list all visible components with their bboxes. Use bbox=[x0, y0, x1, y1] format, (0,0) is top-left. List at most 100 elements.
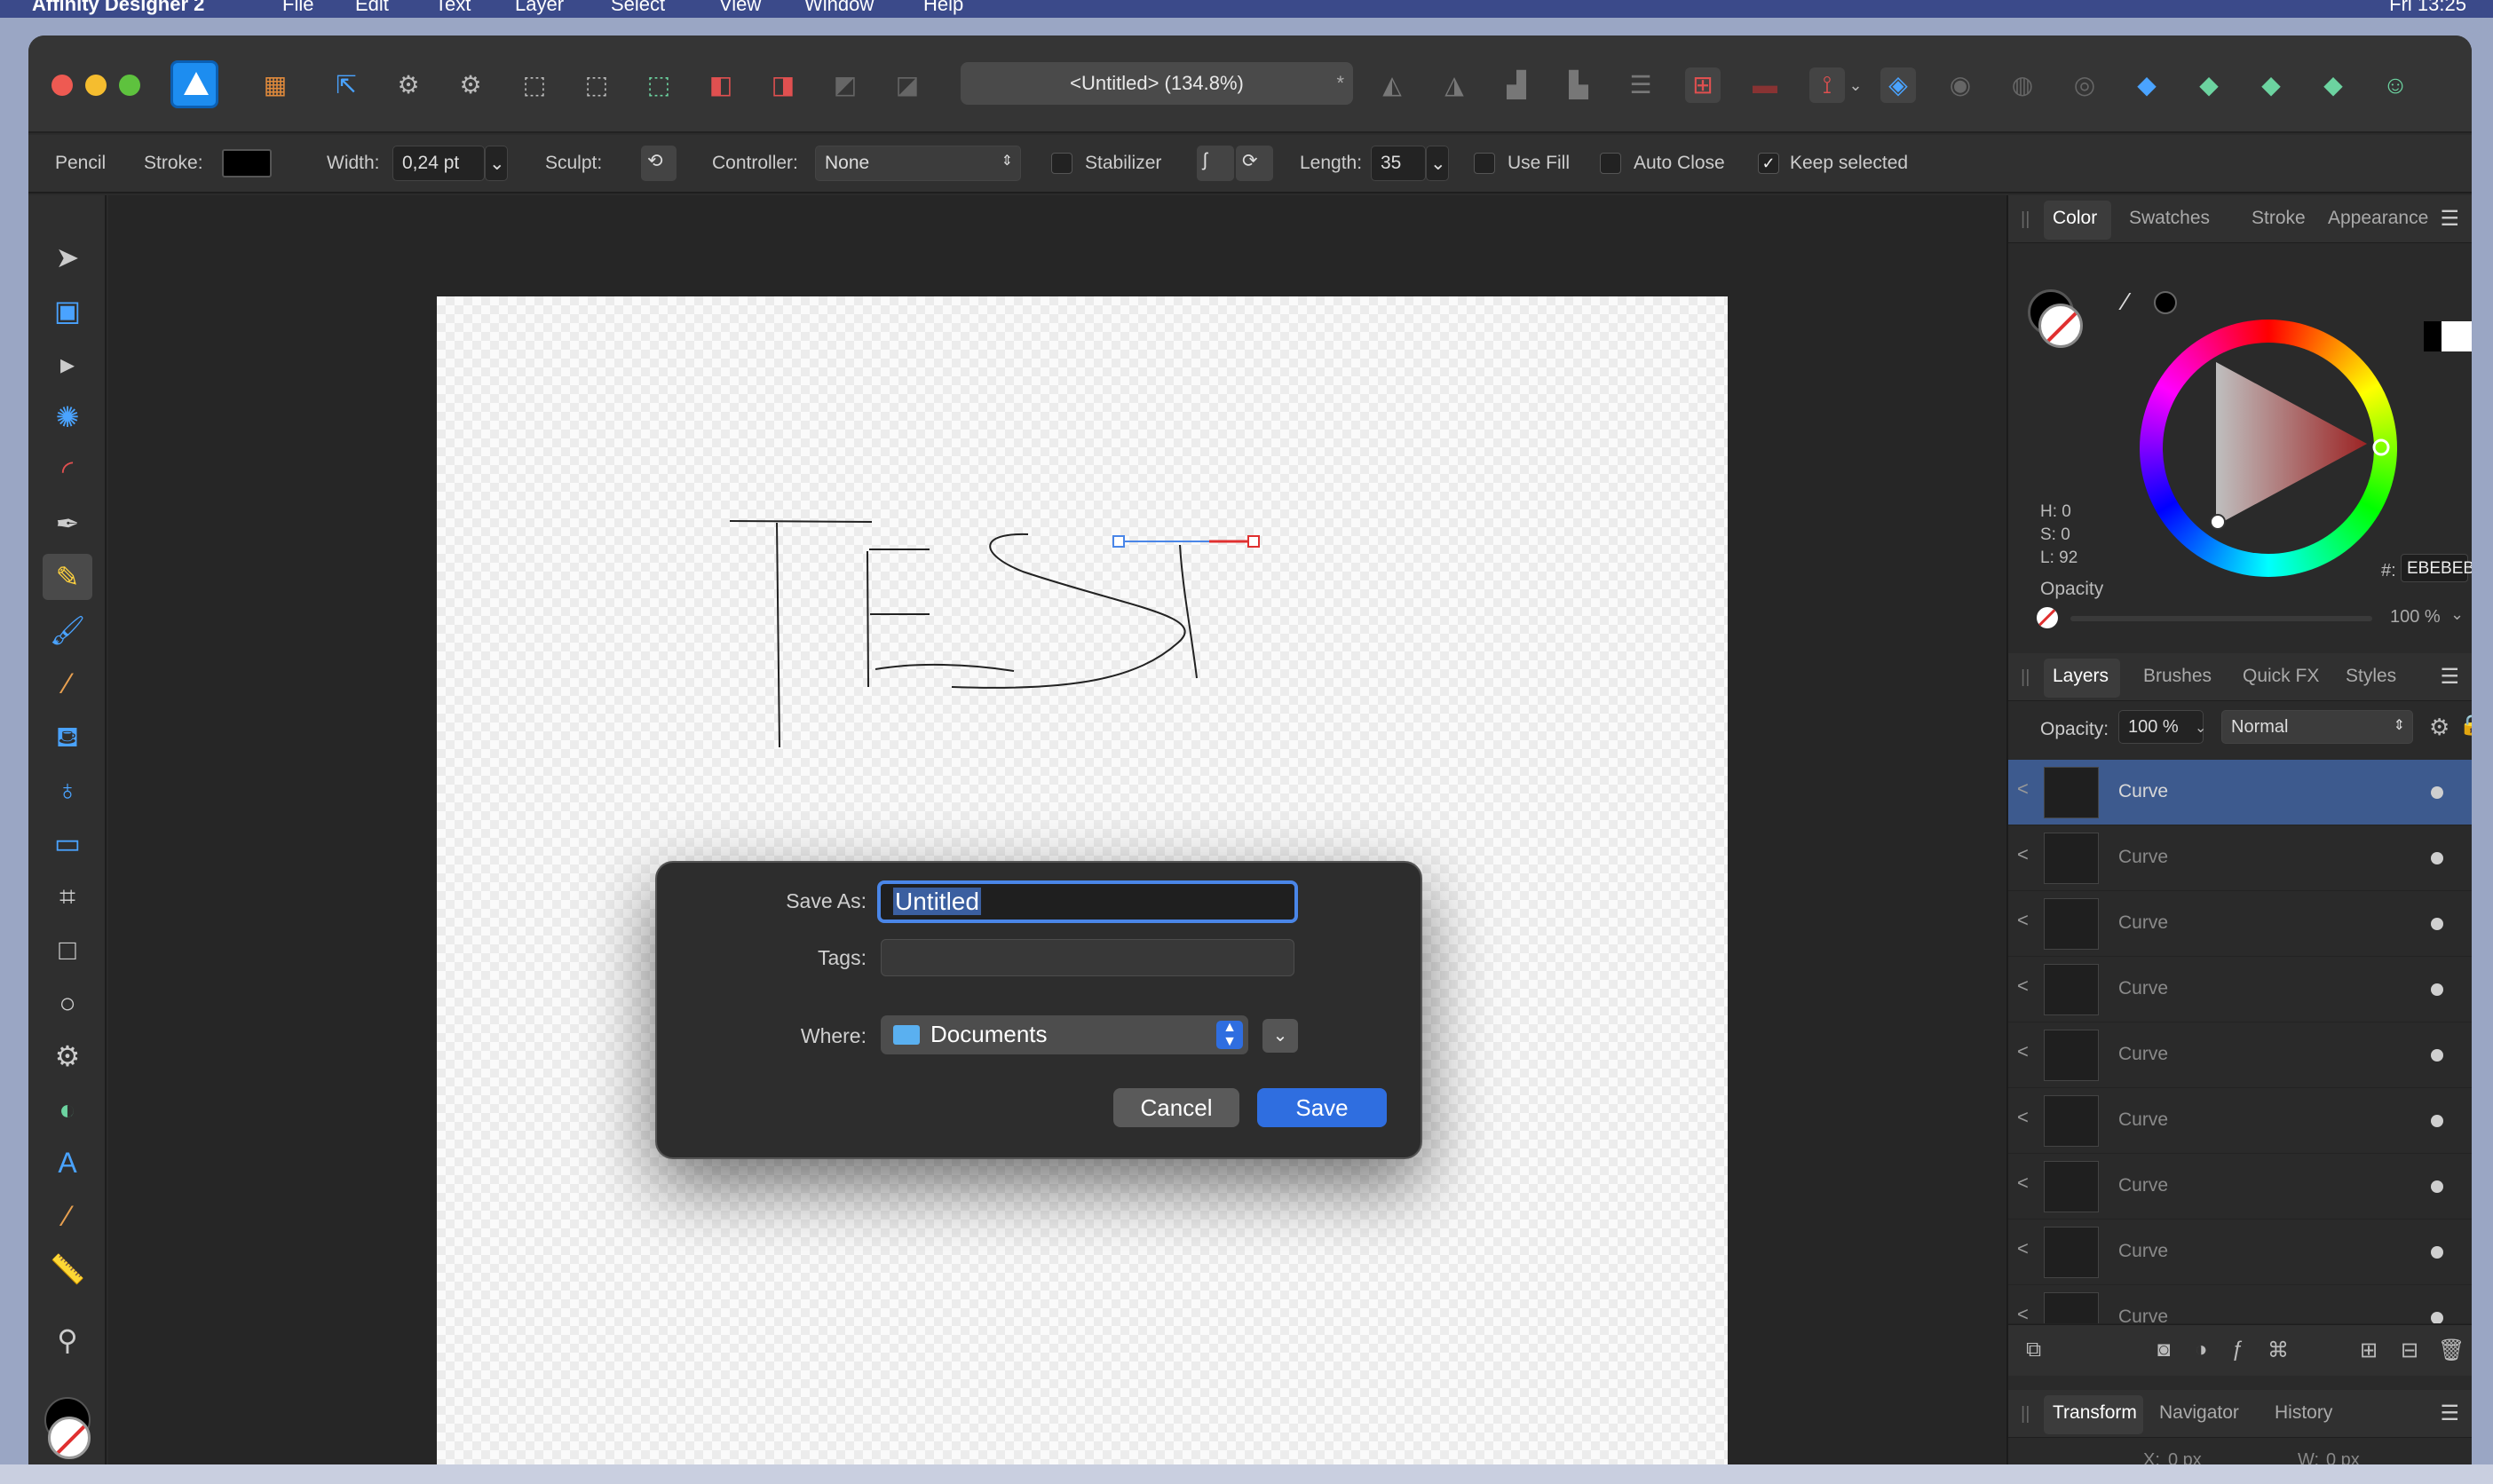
snapping-settings-icon[interactable]: ⚙ bbox=[391, 67, 426, 103]
tab-appearance[interactable]: Appearance bbox=[2328, 208, 2428, 229]
boolean-add-icon[interactable]: ◆ bbox=[2191, 67, 2227, 103]
adjustment-icon[interactable]: ◑ bbox=[2195, 1338, 2208, 1362]
expand-layer-icon[interactable]: < bbox=[2017, 1172, 2029, 1195]
tab-transform[interactable]: Transform bbox=[2053, 1402, 2137, 1424]
move-to-back-icon[interactable]: ◪ bbox=[890, 67, 925, 103]
sculpt-toggle-icon[interactable]: ⟲ bbox=[641, 146, 677, 181]
tab-navigator[interactable]: Navigator bbox=[2159, 1402, 2239, 1424]
panel-grip-icon[interactable]: || bbox=[2021, 667, 2030, 688]
close-window-button[interactable] bbox=[51, 75, 73, 96]
blend-mode-select[interactable]: Normal ⇕ bbox=[2221, 710, 2413, 744]
corner-tool-icon[interactable]: ◜ bbox=[43, 447, 92, 493]
export-persona-icon[interactable]: ⇱ bbox=[328, 67, 364, 103]
menubar-clock[interactable]: Fri 13:25 bbox=[2389, 0, 2466, 16]
where-select[interactable]: Documents ▲ ▼ bbox=[881, 1015, 1248, 1054]
pen-tool-icon[interactable]: ✒ bbox=[43, 501, 92, 547]
expand-layer-icon[interactable]: < bbox=[2017, 909, 2029, 932]
layer-opacity-field[interactable]: 100 % bbox=[2118, 710, 2204, 744]
expand-layer-icon[interactable]: < bbox=[2017, 778, 2029, 801]
save-button[interactable]: Save bbox=[1257, 1088, 1387, 1127]
panel-grip-icon[interactable]: || bbox=[2021, 209, 2030, 230]
layer-row[interactable]: < Curve bbox=[2008, 760, 2472, 825]
snapping-icon[interactable]: ⊞ bbox=[1685, 67, 1721, 103]
auto-close-checkbox[interactable] bbox=[1600, 153, 1621, 174]
divide-icon[interactable]: ◎ bbox=[2067, 67, 2102, 103]
vector-brush-tool-icon[interactable]: 🖌 bbox=[43, 607, 92, 653]
add-mask-icon[interactable]: ◙ bbox=[2157, 1338, 2171, 1362]
expand-layer-icon[interactable]: < bbox=[2017, 1237, 2029, 1260]
menu-help[interactable]: Help bbox=[923, 0, 963, 16]
controller-select[interactable]: None ⇕ bbox=[815, 146, 1021, 181]
tab-layers[interactable]: Layers bbox=[2053, 666, 2109, 687]
move-back-one-icon[interactable]: ◧ bbox=[703, 67, 739, 103]
layer-row[interactable]: < Curve bbox=[2008, 1022, 2472, 1088]
contour-tool-icon[interactable]: ✺ bbox=[43, 394, 92, 440]
opacity-percent[interactable]: 100 % bbox=[2390, 607, 2441, 628]
tab-quick-fx[interactable]: Quick FX bbox=[2243, 666, 2319, 687]
layer-row[interactable]: < Curve bbox=[2008, 1154, 2472, 1220]
place-image-tool-icon[interactable]: ▭ bbox=[43, 820, 92, 866]
tab-stroke[interactable]: Stroke bbox=[2252, 208, 2306, 229]
expand-layer-icon[interactable]: < bbox=[2017, 843, 2029, 866]
keep-selected-checkbox[interactable]: ✓ bbox=[1758, 153, 1779, 174]
snapping-off-icon[interactable]: ▬ bbox=[1747, 67, 1783, 103]
layer-mask-icon[interactable]: ⧉ bbox=[2026, 1338, 2041, 1362]
menu-window[interactable]: Window bbox=[804, 0, 874, 16]
layer-settings-icon[interactable]: ⚙ bbox=[2429, 714, 2449, 741]
transform-objects-icon[interactable]: ⬚ bbox=[517, 67, 552, 103]
designer-persona-icon[interactable] bbox=[170, 60, 218, 108]
tab-history[interactable]: History bbox=[2275, 1402, 2332, 1424]
snapping-dropdown-icon[interactable]: ⌄ bbox=[1845, 67, 1866, 103]
zoom-tool-icon[interactable]: ⚲ bbox=[43, 1317, 92, 1363]
window-mode-icon[interactable]: ⟳ bbox=[1236, 146, 1273, 181]
expand-layer-icon[interactable]: < bbox=[2017, 1106, 2029, 1129]
move-tool-icon[interactable]: ➤ bbox=[43, 234, 92, 280]
color-triangle[interactable] bbox=[2140, 320, 2397, 577]
length-field[interactable]: 35 bbox=[1371, 146, 1426, 181]
menu-layer[interactable]: Layer bbox=[515, 0, 564, 16]
intersect-icon[interactable]: ◍ bbox=[2005, 67, 2040, 103]
layer-row[interactable]: < Curve bbox=[2008, 1088, 2472, 1154]
combine-icon[interactable]: ◆ bbox=[2129, 67, 2165, 103]
expand-dialog-button[interactable]: ⌄ bbox=[1262, 1019, 1298, 1053]
lock-icon[interactable]: 🔒 bbox=[2459, 714, 2472, 737]
live-filter-icon[interactable]: ⌘ bbox=[2267, 1338, 2289, 1363]
tab-styles[interactable]: Styles bbox=[2346, 666, 2396, 687]
layer-row[interactable]: < Curve bbox=[2008, 957, 2472, 1022]
layer-visibility-icon[interactable] bbox=[2431, 852, 2443, 864]
layer-opacity-dropdown-icon[interactable]: ⌄ bbox=[2195, 719, 2206, 737]
picked-color-swatch[interactable] bbox=[2154, 291, 2177, 314]
hex-input[interactable]: EBEBEB bbox=[2401, 554, 2472, 582]
subtract-icon[interactable]: ◉ bbox=[1943, 67, 1978, 103]
layer-visibility-icon[interactable] bbox=[2431, 1115, 2443, 1127]
layer-row[interactable]: < Curve bbox=[2008, 825, 2472, 891]
cancel-button[interactable]: Cancel bbox=[1113, 1088, 1239, 1127]
eyedropper-icon[interactable]: ⁄ bbox=[2124, 288, 2128, 316]
trash-icon[interactable]: 🗑 bbox=[2438, 1338, 2465, 1363]
expand-layer-icon[interactable]: < bbox=[2017, 1303, 2029, 1323]
pencil-tool-icon[interactable]: ✎ bbox=[43, 554, 92, 600]
tags-input[interactable] bbox=[881, 939, 1294, 976]
ellipse-tool-icon[interactable]: ○ bbox=[43, 980, 92, 1026]
layer-visibility-icon[interactable] bbox=[2431, 786, 2443, 799]
flip-horizontal-icon[interactable]: ◭ bbox=[1374, 67, 1410, 103]
opacity-slider[interactable] bbox=[2070, 616, 2372, 621]
flip-vertical-icon[interactable]: ◮ bbox=[1436, 67, 1472, 103]
stabilizer-checkbox[interactable] bbox=[1051, 153, 1072, 174]
minimize-window-button[interactable] bbox=[85, 75, 107, 96]
transparency-tool-icon[interactable]: ♁ bbox=[43, 767, 92, 813]
save-as-input[interactable]: Untitled bbox=[877, 880, 1298, 923]
layer-row[interactable]: < Curve bbox=[2008, 891, 2472, 957]
width-field[interactable]: 0,24 pt bbox=[392, 146, 485, 181]
artboard-tool-icon[interactable]: ▣ bbox=[43, 288, 92, 334]
boolean-intersect-icon[interactable]: ◆ bbox=[2315, 67, 2351, 103]
color-wheel[interactable] bbox=[2140, 320, 2397, 577]
white-swatch[interactable] bbox=[2442, 321, 2472, 351]
fx-icon[interactable]: ƒ bbox=[2232, 1338, 2244, 1362]
align-icon[interactable]: ☰ bbox=[1623, 67, 1658, 103]
menubar-app-name[interactable]: Affinity Designer 2 bbox=[32, 0, 204, 16]
rope-mode-icon[interactable]: ʃ bbox=[1197, 146, 1234, 181]
tab-color[interactable]: Color bbox=[2053, 208, 2097, 229]
add-shape-icon[interactable]: ◈ bbox=[1880, 67, 1916, 103]
panel-menu-icon[interactable]: ☰ bbox=[2440, 1401, 2459, 1426]
